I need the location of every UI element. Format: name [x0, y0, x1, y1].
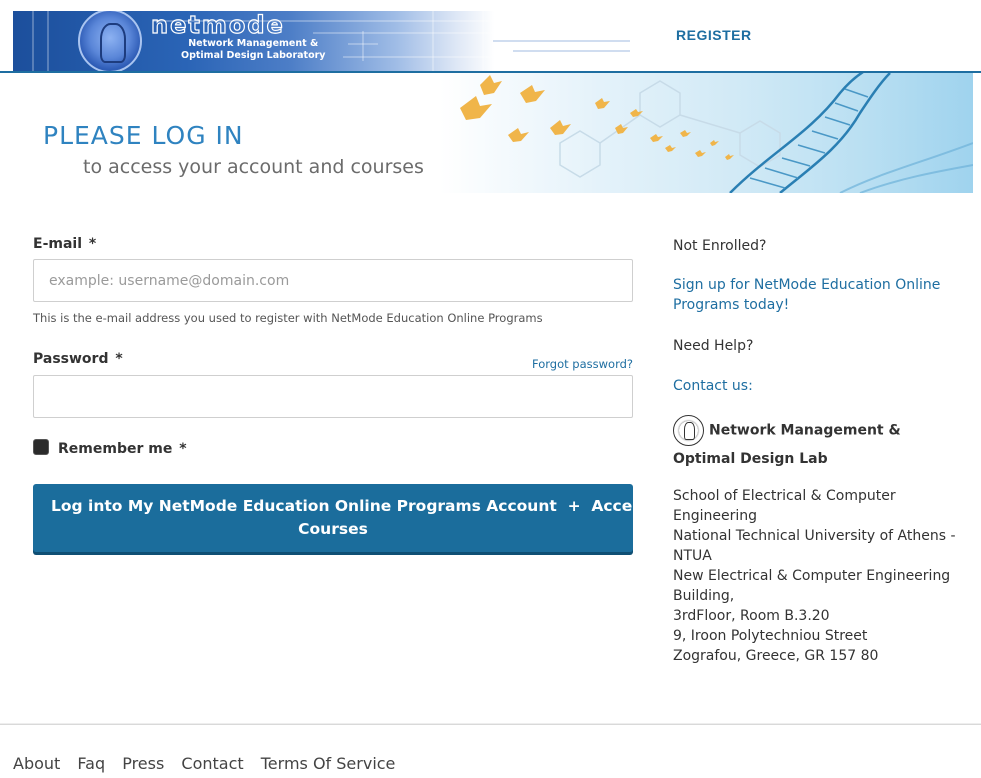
- login-button-line2: Courses: [298, 520, 368, 538]
- hero-illustration: [410, 73, 973, 193]
- email-label-text: E-mail: [33, 236, 83, 252]
- required-mark: *: [179, 441, 187, 457]
- address-line: School of Electrical & Computer Engineer…: [673, 488, 896, 524]
- forgot-password-link[interactable]: Forgot password?: [532, 357, 633, 371]
- lab-name: Network Management & Optimal Design Lab: [673, 422, 901, 468]
- contact-link[interactable]: Contact us:: [673, 376, 753, 396]
- ntua-seal-icon: [78, 11, 142, 71]
- email-field[interactable]: [33, 259, 633, 302]
- logo-wordmark: netmode: [150, 11, 285, 40]
- required-mark: *: [115, 351, 123, 367]
- birds-dna-illustration: [410, 73, 973, 193]
- page-subtitle: to access your account and courses: [83, 156, 424, 178]
- password-field[interactable]: [33, 375, 633, 418]
- logo-subtitle: Network Management & Optimal Design Labo…: [181, 38, 326, 62]
- password-label: Password *: [33, 351, 123, 367]
- footer-link-faq[interactable]: Faq: [77, 754, 105, 773]
- remember-me-label-text: Remember me: [58, 441, 173, 457]
- email-label: E-mail *: [33, 236, 96, 252]
- need-help-heading: Need Help?: [673, 338, 754, 354]
- signup-link[interactable]: Sign up for NetMode Education Online Pro…: [673, 275, 953, 315]
- lab-address: School of Electrical & Computer Engineer…: [673, 486, 958, 666]
- remember-me-checkbox[interactable]: [33, 439, 49, 455]
- logo-subtitle-line1: Network Management &: [188, 38, 319, 49]
- password-label-text: Password: [33, 351, 109, 367]
- address-line: National Technical University of Athens …: [673, 528, 956, 564]
- footer-link-terms[interactable]: Terms Of Service: [261, 754, 396, 773]
- netmode-logo[interactable]: netmode Network Management & Optimal Des…: [13, 11, 630, 71]
- site-footer: About Faq Press Contact Terms Of Service: [0, 724, 981, 773]
- login-button[interactable]: Log into My NetMode Education Online Pro…: [33, 484, 682, 552]
- ntua-seal-icon: [673, 415, 704, 446]
- remember-me-label[interactable]: Remember me *: [58, 441, 187, 457]
- login-button-line1: Log into My NetMode Education Online Pro…: [51, 497, 682, 515]
- required-mark: *: [88, 236, 97, 252]
- address-line: 3rdFloor, Room B.3.20: [673, 608, 830, 624]
- lab-name-block: Network Management & Optimal Design Lab: [673, 415, 958, 473]
- footer-nav: About Faq Press Contact Terms Of Service: [13, 754, 407, 773]
- email-help-text: This is the e-mail address you used to r…: [33, 311, 543, 325]
- site-header: netmode Network Management & Optimal Des…: [0, 0, 981, 73]
- footer-link-about[interactable]: About: [13, 754, 60, 773]
- footer-link-press[interactable]: Press: [122, 754, 164, 773]
- address-line: New Electrical & Computer Engineering Bu…: [673, 568, 951, 604]
- register-link[interactable]: REGISTER: [676, 27, 752, 43]
- address-line: Zografou, Greece, GR 157 80: [673, 648, 879, 664]
- not-enrolled-heading: Not Enrolled?: [673, 238, 767, 254]
- page-title: PLEASE LOG IN: [43, 121, 244, 150]
- address-line: 9, Iroon Polytechniou Street: [673, 628, 868, 644]
- hero-banner: PLEASE LOG IN to access your account and…: [0, 73, 973, 193]
- logo-subtitle-line2: Optimal Design Laboratory: [181, 50, 326, 61]
- footer-link-contact[interactable]: Contact: [181, 754, 243, 773]
